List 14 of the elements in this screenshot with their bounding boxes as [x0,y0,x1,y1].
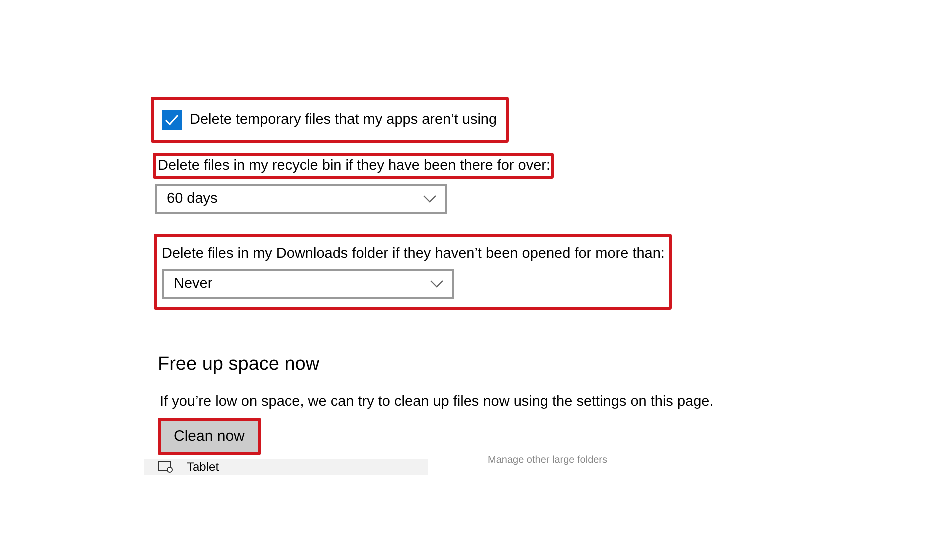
checkbox-label: Delete temporary files that my apps aren’t using [190,112,498,128]
description-text: If you’re low on space, we can try to clean up files now using the settings on this page. [160,394,715,410]
section-heading: Free up space now [158,354,321,376]
checkbox[interactable] [162,110,182,130]
chevron-down-icon [430,280,444,288]
option-label: Delete files in my recycle bin if they have been there for over: [158,158,550,174]
dropdown[interactable]: 60 days [155,184,447,214]
dropdown[interactable]: Never [162,269,454,299]
chevron-down-icon [423,195,437,203]
settings-link[interactable]: Manage other large folders [488,454,608,466]
tablet-icon [158,461,174,473]
option-label: Delete files in my Downloads folder if they haven’t been opened for more than: [162,246,665,262]
clean-now-button[interactable]: Clean now [161,421,258,452]
sidebar-item[interactable]: Tablet [144,459,428,475]
